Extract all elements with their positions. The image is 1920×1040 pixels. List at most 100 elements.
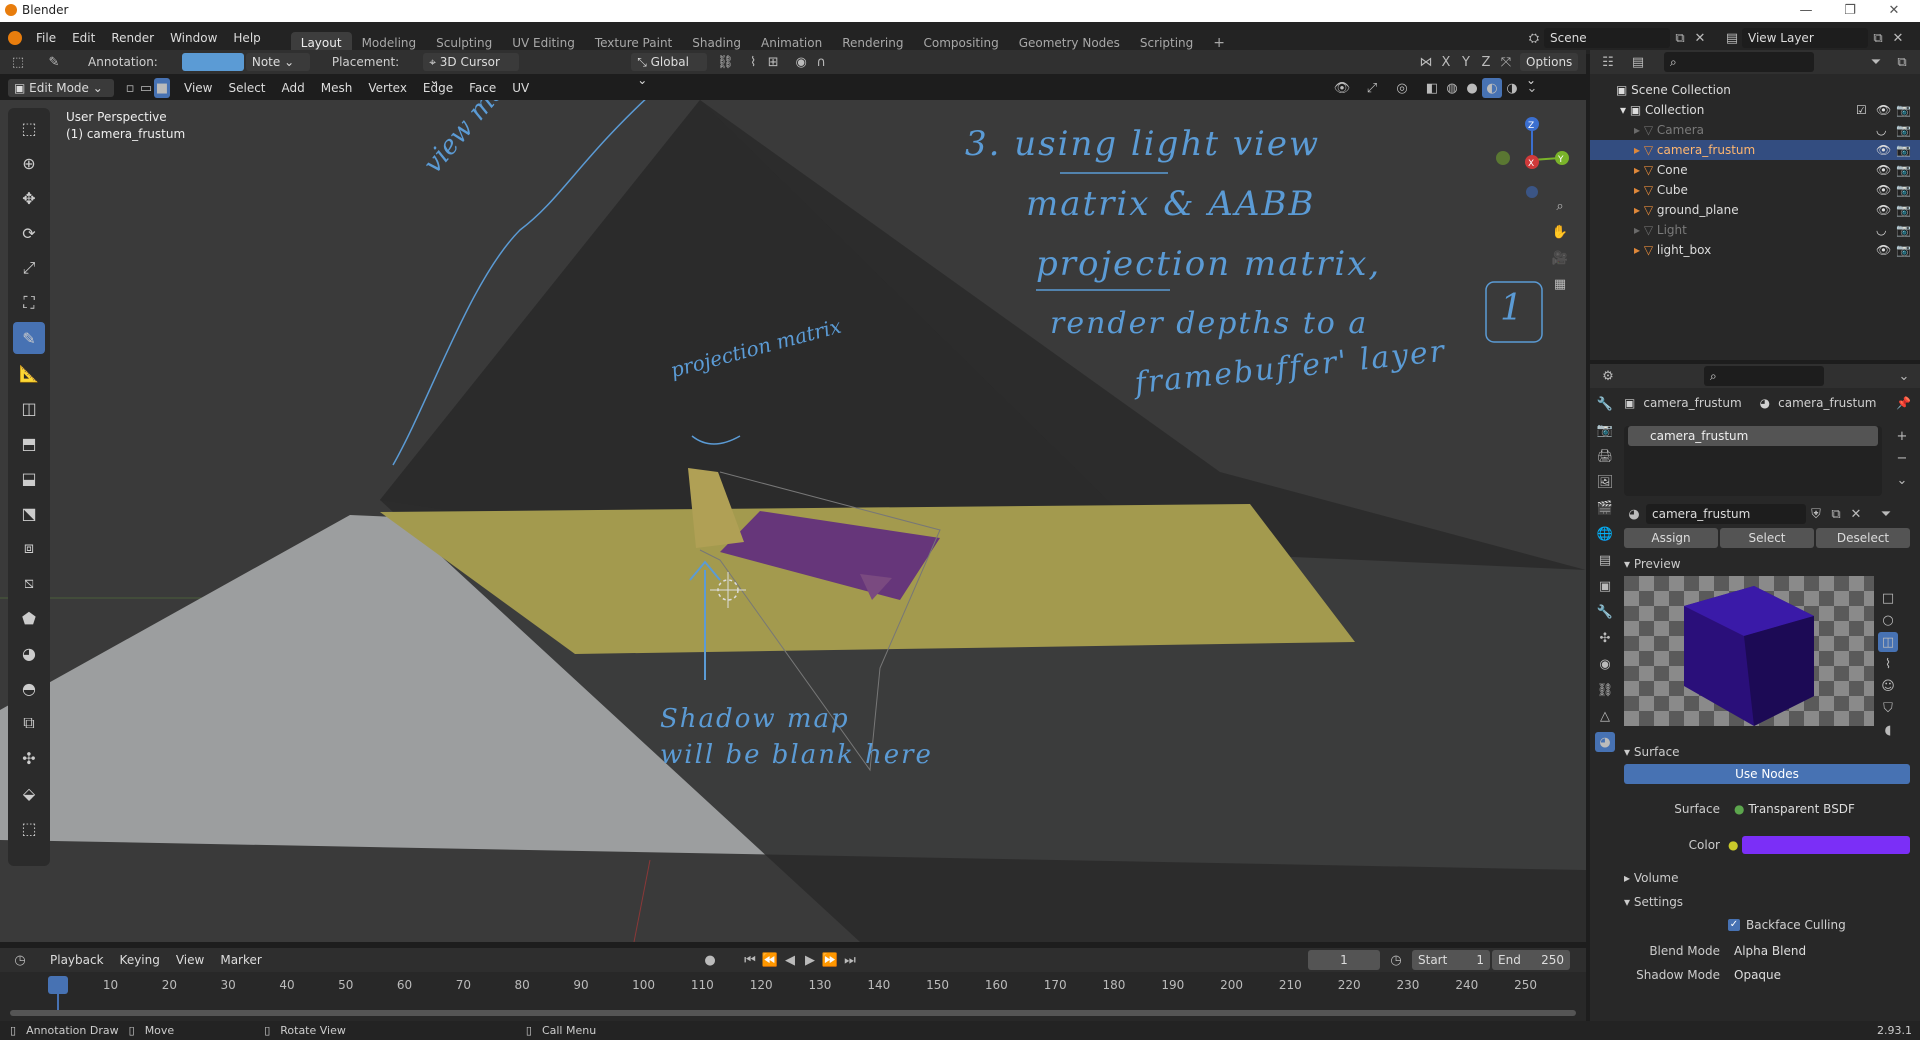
navigation-gizmo[interactable]: Z Y X xyxy=(1490,108,1570,198)
viewport-menu-view[interactable]: View xyxy=(176,78,220,98)
preview-cloth-icon[interactable]: ⛉ xyxy=(1878,698,1898,718)
outliner-scene-collection[interactable]: ▣ Scene Collection xyxy=(1590,80,1920,100)
surface-section-header[interactable]: ▾ Surface xyxy=(1624,740,1914,764)
view-layer-icon[interactable]: ▤ xyxy=(1722,28,1742,48)
add-slot-icon[interactable]: + xyxy=(1892,426,1912,446)
volume-section-header[interactable]: ▸ Volume xyxy=(1624,866,1914,890)
collection-render-icon[interactable]: 📷 xyxy=(1896,100,1911,120)
falloff-icon[interactable]: ∩ xyxy=(811,52,831,72)
options-dropdown[interactable]: Options ⌄ xyxy=(1520,53,1578,87)
material-slot-item[interactable]: camera_frustum xyxy=(1628,426,1878,446)
slot-menu-icon[interactable]: ⌄ xyxy=(1892,470,1912,490)
material-tab-icon[interactable]: ◕ xyxy=(1595,732,1615,752)
preview-section-header[interactable]: ▾ Preview xyxy=(1624,552,1914,576)
outliner-editor-icon[interactable]: ☷ xyxy=(1598,52,1618,72)
mirror-icon[interactable]: ⋈ xyxy=(1416,52,1436,72)
blend-mode-dropdown[interactable]: Alpha Blend xyxy=(1728,941,1908,961)
scene-name-field[interactable]: Scene xyxy=(1544,28,1670,48)
outliner-item-3[interactable]: ▸ ▽ Cube 👁 📷 xyxy=(1590,180,1920,200)
timeline-ruler[interactable]: 1102030405060708090100110120130140150160… xyxy=(0,978,1586,996)
new-collection-icon[interactable]: ⧉ xyxy=(1892,52,1912,72)
duplicate-material-icon[interactable]: ⧉ xyxy=(1826,504,1846,524)
visibility-toggle-icon[interactable]: 👁 xyxy=(1876,140,1891,160)
axis-y-toggle[interactable]: Y xyxy=(1456,52,1476,72)
outliner-collection[interactable]: ▾ ▣ Collection ☑ 👁 📷 xyxy=(1590,100,1920,120)
zoom-icon[interactable]: ⌕ xyxy=(1550,196,1570,216)
preview-hair-icon[interactable]: ⌇ xyxy=(1878,654,1898,674)
material-slots-list[interactable]: camera_frustum xyxy=(1624,426,1882,496)
outliner-search-input[interactable]: ⌕ xyxy=(1664,52,1814,72)
auto-merge-icon[interactable]: ⤧ xyxy=(1496,52,1516,72)
properties-editor-icon[interactable]: ⚙ xyxy=(1598,366,1618,386)
material-shading-icon[interactable]: ◐ xyxy=(1482,78,1502,98)
select-box-tool-icon[interactable]: ⬚ xyxy=(13,112,45,144)
material-browse-icon[interactable]: ◕ xyxy=(1624,504,1644,524)
shear-tool-icon[interactable]: ⬙ xyxy=(13,777,45,809)
world-tab-icon[interactable]: 🌐 xyxy=(1595,524,1615,544)
shading-options-icon[interactable]: ⌄ xyxy=(1522,78,1542,98)
pan-hand-icon[interactable]: ✋ xyxy=(1550,222,1570,242)
material-name-field[interactable]: camera_frustum xyxy=(1646,504,1806,524)
annotation-color-swatch[interactable] xyxy=(181,53,244,71)
menu-help[interactable]: Help xyxy=(225,28,268,48)
jump-end-icon[interactable]: ⏭ xyxy=(840,950,860,970)
visibility-icon[interactable]: 👁 xyxy=(1332,78,1352,98)
timeline-menu-view[interactable]: View xyxy=(168,950,212,970)
annotation-layer-dropdown[interactable]: Note ⌄ xyxy=(245,53,310,71)
timeline-editor-icon[interactable]: ◷ xyxy=(10,950,30,970)
bevel-tool-icon[interactable]: ⬔ xyxy=(13,497,45,529)
wireframe-shading-icon[interactable]: ◍ xyxy=(1442,78,1462,98)
blender-menu-icon[interactable] xyxy=(8,31,22,45)
fake-user-icon[interactable]: ⛨ xyxy=(1806,504,1826,524)
preview-sphere-icon[interactable]: ○ xyxy=(1878,610,1898,630)
color-swatch[interactable] xyxy=(1742,836,1911,854)
jump-key-back-icon[interactable]: ⏪ xyxy=(760,950,780,970)
measure-tool-icon[interactable]: 📐 xyxy=(13,357,45,389)
spin-tool-icon[interactable]: ◕ xyxy=(13,637,45,669)
proportional-edit-icon[interactable]: ◉ xyxy=(791,52,811,72)
surface-shader-field[interactable]: ● Transparent BSDF xyxy=(1728,799,1898,819)
timeline-menu-playback[interactable]: Playback xyxy=(42,950,112,970)
select-button[interactable]: Select xyxy=(1720,528,1814,548)
minimize-button[interactable]: — xyxy=(1784,1,1828,21)
extrude-tool-icon[interactable]: ⬒ xyxy=(13,427,45,459)
properties-options-icon[interactable]: ⌄ xyxy=(1894,366,1914,386)
scene-tab-icon[interactable]: 🎬 xyxy=(1595,498,1615,518)
start-frame-field[interactable]: Start 1 xyxy=(1412,950,1490,970)
add-cube-tool-icon[interactable]: ◫ xyxy=(13,392,45,424)
render-toggle-icon[interactable]: 📷 xyxy=(1896,240,1911,260)
scene-icon[interactable]: ⛭ xyxy=(1524,28,1544,48)
scale-tool-icon[interactable]: ⤢ xyxy=(13,252,45,284)
play-icon[interactable]: ▶ xyxy=(800,950,820,970)
visibility-toggle-icon[interactable]: 👁 xyxy=(1876,180,1891,200)
loop-cut-tool-icon[interactable]: ⧈ xyxy=(13,532,45,564)
backface-culling-checkbox[interactable]: ✓ xyxy=(1728,919,1740,931)
pivot-icon[interactable]: ⛓ xyxy=(715,52,735,72)
unlink-material-icon[interactable]: ✕ xyxy=(1846,504,1866,524)
object-tab-icon[interactable]: ▣ xyxy=(1595,576,1615,596)
visibility-toggle-icon[interactable]: 👁 xyxy=(1876,160,1891,180)
cursor-tool-icon[interactable]: ⊕ xyxy=(13,147,45,179)
inset-tool-icon[interactable]: ⬓ xyxy=(13,462,45,494)
visibility-toggle-icon[interactable]: 👁 xyxy=(1876,240,1891,260)
axis-z-toggle[interactable]: Z xyxy=(1476,52,1496,72)
overlay-icon[interactable]: ◎ xyxy=(1392,78,1412,98)
collection-tab-icon[interactable]: ▤ xyxy=(1595,550,1615,570)
viewport-menu-select[interactable]: Select xyxy=(220,78,273,98)
timeline-scrollbar[interactable] xyxy=(10,1010,1576,1016)
visibility-toggle-icon[interactable]: 👁 xyxy=(1876,200,1891,220)
render-toggle-icon[interactable]: 📷 xyxy=(1896,200,1911,220)
visibility-toggle-icon[interactable]: ◡ xyxy=(1876,120,1886,140)
menu-file[interactable]: File xyxy=(28,28,64,48)
rendered-shading-icon[interactable]: ◑ xyxy=(1502,78,1522,98)
viewport-menu-add[interactable]: Add xyxy=(274,78,313,98)
current-frame-field[interactable]: 1 xyxy=(1308,950,1380,970)
render-toggle-icon[interactable]: 📷 xyxy=(1896,220,1911,240)
shadow-mode-dropdown[interactable]: Opaque xyxy=(1728,965,1908,985)
menu-window[interactable]: Window xyxy=(162,28,225,48)
ortho-grid-icon[interactable]: ▦ xyxy=(1550,274,1570,294)
collection-visibility-icon[interactable]: 👁 xyxy=(1876,100,1891,120)
settings-section-header[interactable]: ▾ Settings xyxy=(1624,890,1914,914)
backface-culling-row[interactable]: ✓ Backface Culling xyxy=(1624,914,1914,936)
rip-tool-icon[interactable]: ⬚ xyxy=(13,812,45,844)
